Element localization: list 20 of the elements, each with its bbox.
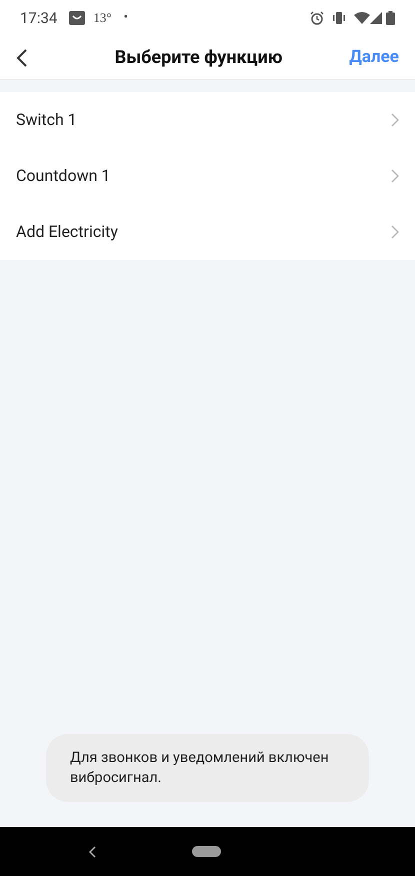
toast-message: Для звонков и уведомлений включен вибросигнал. (46, 734, 369, 802)
status-dot: • (124, 9, 128, 28)
back-icon (16, 48, 28, 68)
chevron-icon (391, 113, 399, 127)
status-time: 17:34 (20, 8, 58, 29)
alarm-icon (310, 11, 324, 25)
vibrate-icon (332, 12, 346, 24)
battery-icon (386, 11, 395, 25)
chevron-icon (391, 169, 399, 183)
notification-icon (69, 11, 86, 25)
function-item[interactable]: Switch 1 (0, 92, 415, 148)
chevron-icon (391, 225, 399, 239)
signal-icon (370, 12, 382, 24)
wifi-icon (354, 12, 370, 24)
function-item[interactable]: Countdown 1 (0, 148, 415, 204)
page-title: Выберите функцию (114, 46, 284, 70)
nav-back-icon[interactable] (89, 846, 96, 858)
home-pill[interactable] (192, 846, 221, 857)
temperature: 13° (93, 9, 112, 28)
function-item[interactable]: Add Electricity (0, 204, 415, 260)
